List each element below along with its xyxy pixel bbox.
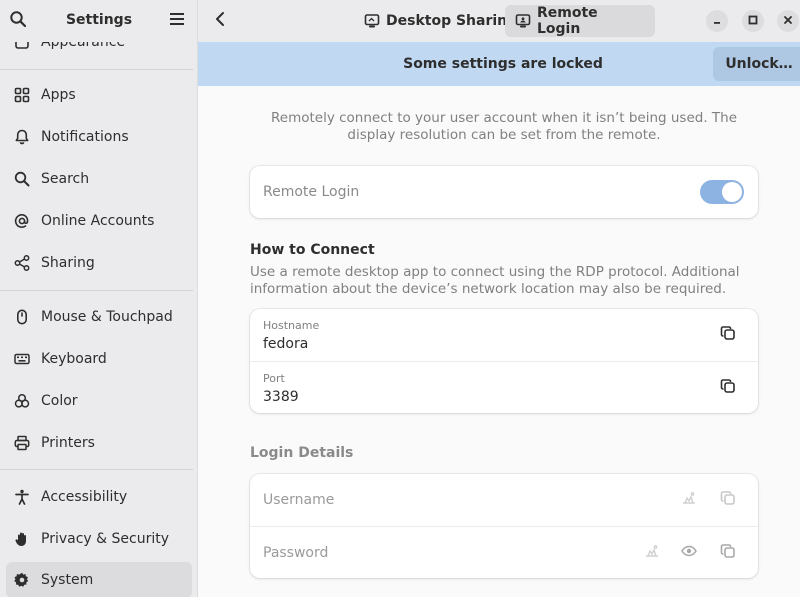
sidebar-item-online-accounts[interactable]: Online Accounts [6,203,192,239]
sidebar-item-accessibility[interactable]: Accessibility [6,479,192,515]
sidebar-item-notifications[interactable]: Notifications [6,119,192,155]
sidebar-item-search[interactable]: Search [6,161,192,197]
bell-icon [12,127,32,147]
generate-password-button[interactable] [642,543,662,563]
sidebar-item-printers[interactable]: Printers [6,425,192,461]
sidebar-item-keyboard[interactable]: Keyboard [6,341,192,377]
generate-username-button[interactable] [679,490,699,510]
sidebar-item-label: Accessibility [41,489,128,505]
hostname-value: fedora [263,336,309,352]
sidebar-item-label: Keyboard [41,351,107,367]
minimize-icon [712,13,722,29]
how-to-connect-description: Use a remote desktop app to connect usin… [250,264,740,297]
tab-desktop-sharing[interactable]: Desktop Sharing [354,5,527,37]
sidebar-item-label: Apps [41,87,76,103]
sidebar-item-label: System [41,572,94,588]
sidebar-item-mouse-touchpad[interactable]: Mouse & Touchpad [6,299,192,335]
remote-login-card: Remote Login [250,166,758,218]
accessibility-icon [12,487,32,507]
minimize-button[interactable] [706,10,728,32]
chevron-left-icon [214,11,226,31]
copy-port-button[interactable] [718,378,738,398]
hostname-label: Hostname [263,319,320,332]
port-row: Port 3389 [250,361,758,413]
remote-login-label: Remote Login [263,184,360,200]
sidebar-item-system[interactable]: System [6,562,192,597]
username-row[interactable]: Username [250,474,758,526]
tab-label: Remote Login [537,5,598,37]
search-icon [12,169,32,189]
sidebar-item-label: Notifications [41,129,129,145]
password-field[interactable]: Password [263,545,328,561]
port-label: Port [263,372,285,385]
close-icon [783,13,793,29]
page-description: Remotely connect to your user account wh… [270,110,738,143]
copy-icon [720,543,736,563]
back-button[interactable] [208,8,232,34]
sidebar-divider [0,290,193,291]
port-value: 3389 [263,389,299,405]
close-button[interactable] [777,10,799,32]
sidebar-item-label: Search [41,171,90,187]
show-password-button[interactable] [679,543,699,563]
sidebar-divider [0,69,193,70]
generate-icon [644,543,660,563]
generate-icon [681,490,697,510]
login-details-title: Login Details [250,445,354,461]
remote-login-switch[interactable] [700,180,744,204]
maximize-button[interactable] [742,10,764,32]
unlock-button[interactable]: Unlock… [713,47,800,81]
sidebar-item-label: Online Accounts [41,213,155,229]
remote-login-row: Remote Login [250,166,758,218]
keyboard-icon [12,349,32,369]
share-icon [12,253,32,273]
copy-hostname-button[interactable] [718,325,738,345]
main-menu-button[interactable] [165,7,189,35]
copy-username-button[interactable] [718,490,738,510]
hostname-row: Hostname fedora [250,309,758,361]
sidebar-item-label: Color [41,393,78,409]
copy-icon [720,378,736,398]
hand-icon [12,529,32,549]
gear-icon [12,570,32,590]
color-icon [12,391,32,411]
copy-icon [720,490,736,510]
copy-icon [720,325,736,345]
username-field[interactable]: Username [263,492,334,508]
sidebar-item-apps[interactable]: Apps [6,77,192,113]
mouse-icon [12,307,32,327]
connection-info-card: Hostname fedora Port 3389 [250,309,758,413]
sidebar-item-color[interactable]: Color [6,383,192,419]
header-bar: Desktop Sharing Remote Login [198,0,800,42]
sidebar-item-label: Sharing [41,255,95,271]
sidebar-item-label: Mouse & Touchpad [41,309,173,325]
banner-message: Some settings are locked [403,56,603,72]
how-to-connect-title: How to Connect [250,242,375,258]
at-icon [12,211,32,231]
sidebar-divider [0,469,193,470]
apps-icon [12,85,32,105]
monitor-icon [364,13,380,29]
password-row[interactable]: Password [250,526,758,578]
switch-knob [722,182,742,202]
locked-banner: Some settings are locked Unlock… [198,42,800,86]
hamburger-icon [169,12,185,30]
sidebar: Appearance Settings Apps Notifications S… [0,0,198,597]
eye-icon [681,543,697,563]
tab-remote-login[interactable]: Remote Login [505,5,655,37]
remote-login-icon [515,13,531,29]
printer-icon [12,433,32,453]
sidebar-item-privacy-security[interactable]: Privacy & Security [6,521,192,557]
tab-label: Desktop Sharing [386,13,518,29]
sidebar-item-label: Privacy & Security [41,531,169,547]
copy-password-button[interactable] [718,543,738,563]
maximize-icon [748,13,758,29]
sidebar-header: Settings [0,0,197,42]
sidebar-item-sharing[interactable]: Sharing [6,245,192,281]
sidebar-item-label: Printers [41,435,95,451]
login-details-card: Username Password [250,474,758,578]
